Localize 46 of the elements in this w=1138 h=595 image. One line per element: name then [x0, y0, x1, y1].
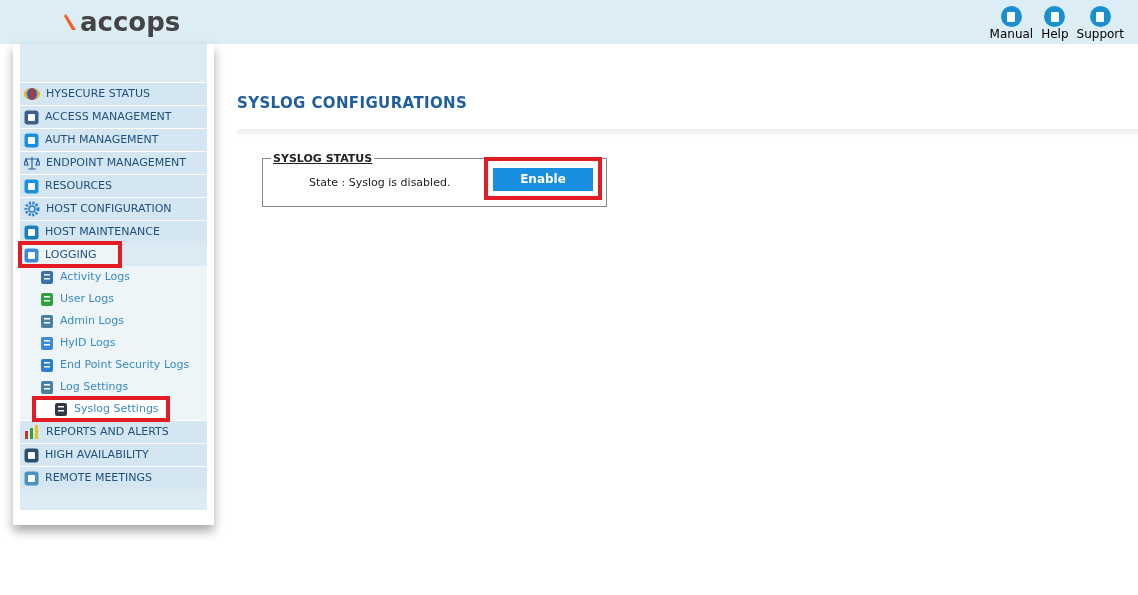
logo-mark-icon — [64, 12, 78, 32]
nav-item[interactable]: LOGGING — [20, 243, 120, 266]
globe-icon — [24, 88, 40, 100]
menu-item-icon — [24, 178, 39, 194]
logo: accops — [80, 9, 181, 35]
sub-nav-item[interactable]: HyID Logs — [20, 332, 207, 354]
scales-icon — [24, 156, 40, 170]
menu-item-icon — [24, 470, 39, 486]
nav-item[interactable]: REMOTE MEETINGS — [20, 466, 207, 489]
menu-item-icon — [24, 132, 39, 148]
panel-legend: SYSLOG STATUS — [271, 150, 375, 167]
menu-item-icon — [24, 224, 39, 240]
menu-item-icon — [24, 247, 39, 263]
header-link[interactable]: Manual — [989, 6, 1034, 42]
menu-item-icon — [24, 447, 39, 463]
sub-nav-item[interactable]: Admin Logs — [20, 310, 207, 332]
gear-icon — [24, 201, 40, 217]
sub-nav-item[interactable]: User Logs — [20, 288, 207, 310]
sub-nav-item[interactable]: Syslog Settings — [34, 398, 168, 420]
nav-item[interactable]: REPORTS AND ALERTS — [20, 420, 207, 443]
nav-item[interactable]: ENDPOINT MANAGEMENT — [20, 151, 207, 174]
enable-button[interactable]: Enable — [493, 167, 593, 191]
manual-icon — [1000, 6, 1022, 27]
sub-nav-item[interactable]: Activity Logs — [20, 266, 207, 288]
page-title: SYSLOG CONFIGURATIONS — [237, 93, 469, 114]
nav-item[interactable]: HOST CONFIGURATION — [20, 197, 207, 220]
log-icon — [40, 357, 54, 373]
nav-item[interactable]: HYSECURE STATUS — [20, 82, 207, 105]
log-icon — [40, 379, 54, 395]
header-link[interactable]: Help — [1041, 6, 1069, 42]
log-icon — [54, 401, 68, 417]
nav-item[interactable]: ACCESS MANAGEMENT — [20, 105, 207, 128]
nav-item[interactable]: AUTH MANAGEMENT — [20, 128, 207, 151]
log-icon — [40, 269, 54, 285]
state-text: State : Syslog is disabled. — [309, 175, 451, 191]
nav-item[interactable]: HIGH AVAILABILITY — [20, 443, 207, 466]
header-link[interactable]: Support — [1076, 6, 1124, 42]
bar-chart-icon — [24, 425, 40, 439]
sub-nav-item[interactable]: End Point Security Logs — [20, 354, 207, 376]
log-icon — [40, 313, 54, 329]
menu-item-icon — [24, 109, 39, 125]
nav-item[interactable]: RESOURCES — [20, 174, 207, 197]
log-icon — [40, 335, 54, 351]
sub-nav-item[interactable]: Log Settings — [20, 376, 207, 398]
nav-item[interactable]: HOST MAINTENANCE — [20, 220, 207, 243]
log-icon — [40, 291, 54, 307]
